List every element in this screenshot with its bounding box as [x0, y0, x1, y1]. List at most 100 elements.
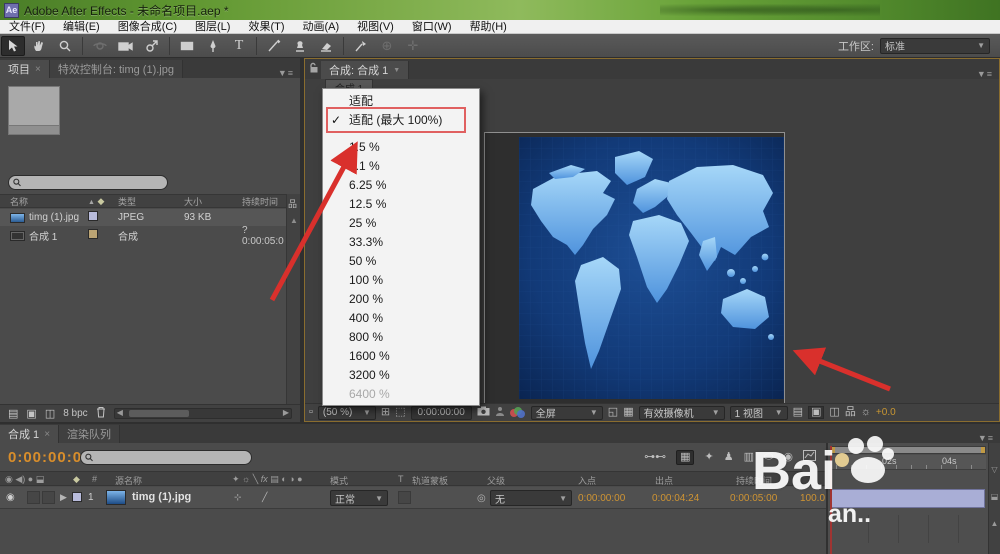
title-bar[interactable]: Ae Adobe After Effects - 未命名项目.aep * [0, 0, 1000, 20]
region-of-interest-icon[interactable]: ⬚ [395, 407, 405, 418]
project-column-headers[interactable]: 名称 ▲ ◆ 类型 大小 持续时间 [0, 194, 286, 208]
layer-duration-bar[interactable] [831, 489, 985, 508]
blend-mode-dropdown[interactable]: 正常 ▼ [330, 490, 388, 506]
comp-button-icon[interactable]: ⬓ [991, 492, 999, 501]
tab-render-queue[interactable]: 渲染队列 [59, 425, 121, 443]
project-scrollbar[interactable]: 品 ▲ [286, 194, 300, 404]
interpret-footage-icon[interactable]: ▤ [8, 407, 18, 420]
snapshot-icon[interactable] [477, 406, 490, 419]
brush-tool[interactable] [262, 36, 286, 56]
scrollbar-thumb[interactable] [128, 410, 189, 417]
pixel-aspect-icon[interactable]: ◫ [829, 407, 839, 418]
graph-editor-icon[interactable] [803, 450, 816, 464]
trash-icon[interactable] [96, 406, 106, 421]
lock-view-icon[interactable]: ▣ [808, 406, 825, 419]
menu-item-zoom[interactable]: 25 % [323, 214, 479, 233]
shape-tool[interactable] [175, 36, 199, 56]
hand-tool[interactable] [27, 36, 51, 56]
menu-item-zoom[interactable]: 400 % [323, 309, 479, 328]
view-layout-dropdown[interactable]: 1 视图 ▼ [729, 405, 788, 420]
timeline-scrollbar[interactable]: ▽ ⬓ ▲ [988, 443, 1000, 554]
menu-help[interactable]: 帮助(H) [461, 20, 516, 34]
text-tool[interactable]: T [227, 36, 251, 56]
menu-file[interactable]: 文件(F) [0, 20, 54, 34]
layer-duration[interactable]: 0:00:05:00 [730, 493, 777, 504]
trkmat-cell[interactable] [398, 491, 411, 504]
camera-dropdown[interactable]: 有效摄像机 ▼ [638, 405, 725, 420]
flowchart-icon[interactable]: 品 [288, 197, 297, 210]
channels-icon[interactable] [509, 406, 526, 419]
layer-stretch[interactable]: 100.0 [800, 493, 825, 504]
close-icon[interactable]: × [44, 429, 50, 440]
menu-effect[interactable]: 效果(T) [239, 20, 293, 34]
shy-icon[interactable]: ⊶⊷ [644, 451, 666, 463]
menu-layer[interactable]: 图层(L) [186, 20, 239, 34]
menu-item-zoom[interactable]: 12.5 % [323, 195, 479, 214]
time-ruler[interactable]: 02s 04s [830, 455, 986, 470]
camera-tool[interactable] [114, 36, 138, 56]
draft-3d-icon[interactable]: ✦ [704, 451, 713, 463]
chevron-down-icon[interactable]: ▼ [393, 67, 400, 74]
col-duration[interactable]: 持续时间 [242, 195, 286, 208]
project-hscrollbar[interactable]: ◀ ▶ [113, 408, 292, 419]
pen-tool[interactable] [201, 36, 225, 56]
show-snapshot-icon[interactable] [495, 406, 505, 419]
timeline-search-input[interactable] [96, 451, 247, 463]
panel-menu-icon[interactable]: ▼≡ [272, 68, 300, 78]
hide-shy-layers-icon[interactable]: ♟ [724, 451, 734, 463]
eye-icon[interactable]: ◉ [6, 492, 15, 503]
col-name[interactable]: 名称 [0, 195, 88, 208]
timeline-search[interactable] [80, 449, 252, 465]
menu-item-zoom[interactable]: 1600 % [323, 347, 479, 366]
new-folder-icon[interactable]: ▣ [26, 407, 36, 420]
menu-composition[interactable]: 图像合成(C) [109, 20, 186, 34]
tab-timeline-comp[interactable]: 合成 1 × [0, 425, 60, 443]
audio-cell[interactable] [27, 491, 40, 504]
exposure-value[interactable]: +0.0 [876, 407, 896, 418]
selection-tool[interactable] [1, 35, 25, 56]
roto-brush-tool[interactable] [349, 36, 373, 56]
exposure-icon[interactable]: ☼ [861, 407, 871, 418]
panel-menu-icon[interactable]: ▼≡ [972, 433, 1000, 443]
col-trkmat[interactable]: 轨道蒙板 [412, 474, 448, 487]
zoom-tool[interactable] [53, 36, 77, 56]
auto-keyframe-icon[interactable]: ◉ [783, 451, 793, 463]
menu-item-zoom[interactable]: 100 % [323, 271, 479, 290]
layer-fx-icon[interactable]: ╱ [262, 492, 267, 503]
col-type[interactable]: 类型 [118, 195, 184, 208]
menu-window[interactable]: 窗口(W) [403, 20, 461, 34]
menu-item-zoom[interactable]: 3.1 % [323, 157, 479, 176]
sort-tag-icons[interactable]: ▲ ◆ [88, 196, 118, 207]
frame-blend-icon[interactable]: ▥ [744, 451, 754, 463]
menu-edit[interactable]: 编辑(E) [54, 20, 109, 34]
label-color-swatch[interactable] [88, 211, 98, 221]
menu-item-zoom[interactable]: 50 % [323, 252, 479, 271]
menu-item-zoom[interactable]: 6.25 % [323, 176, 479, 195]
panel-menu-icon[interactable]: ▼≡ [971, 69, 999, 79]
scroll-up-icon[interactable]: ▲ [290, 216, 298, 225]
layer-out-time[interactable]: 0:00:04:24 [652, 493, 699, 504]
close-icon[interactable]: × [35, 64, 41, 75]
col-duration[interactable]: 持续时间 [736, 474, 772, 487]
scroll-up-icon[interactable]: ▲ [991, 519, 999, 528]
project-search[interactable] [8, 175, 168, 190]
index-column[interactable]: # [92, 474, 97, 484]
layer-label-swatch[interactable] [72, 492, 82, 502]
clone-stamp-tool[interactable] [288, 36, 312, 56]
expand-icon[interactable]: ▶ [60, 492, 67, 503]
scroll-left-icon[interactable]: ◀ [117, 408, 123, 417]
layer-quality-icon[interactable]: ⊹ [234, 492, 242, 503]
new-comp-icon[interactable]: ◫ [45, 407, 55, 420]
menu-view[interactable]: 视图(V) [348, 20, 403, 34]
col-size[interactable]: 大小 [184, 195, 242, 208]
layer-in-time[interactable]: 0:00:00:00 [578, 493, 625, 504]
menu-item-zoom[interactable]: 1.5 % [323, 138, 479, 157]
project-row-footage[interactable]: timg (1).jpg JPEG 93 KB [0, 209, 286, 226]
solo-cell[interactable] [42, 491, 55, 504]
flowchart-view-icon[interactable]: 品 [845, 407, 856, 418]
col-parent[interactable]: 父级 [487, 474, 505, 487]
col-out[interactable]: 出点 [655, 474, 673, 487]
menu-animation[interactable]: 动画(A) [294, 20, 349, 34]
work-area-bar[interactable] [830, 446, 986, 454]
scroll-right-icon[interactable]: ▶ [283, 408, 289, 417]
